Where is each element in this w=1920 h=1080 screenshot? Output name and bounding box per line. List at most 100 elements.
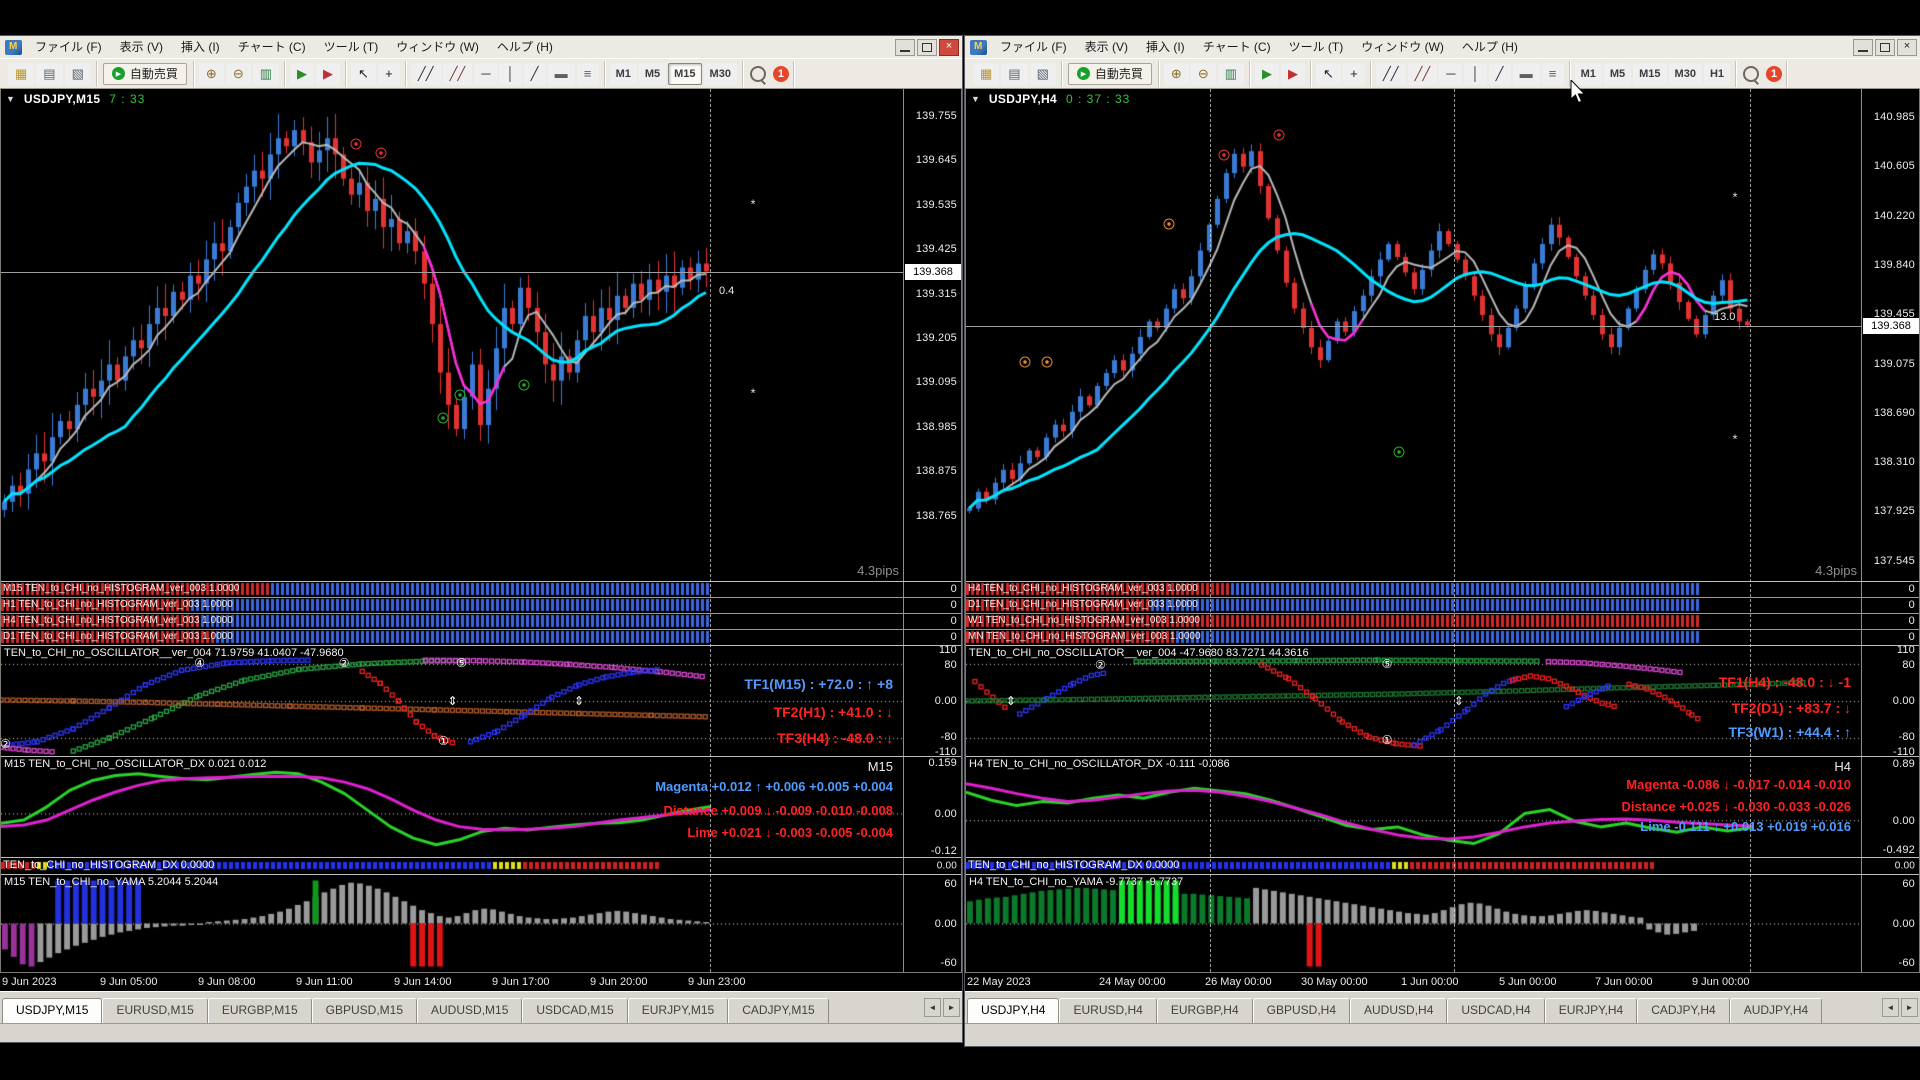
auto-scroll-icon[interactable]: ▶ <box>1255 63 1279 85</box>
new-chart-icon[interactable]: ▦ <box>8 63 34 85</box>
dx-axis[interactable]: 0.1590.00-0.12 <box>903 757 961 857</box>
vertical-line-icon[interactable]: │ <box>1464 63 1486 85</box>
histogram-row-axis[interactable]: 0 <box>903 614 961 629</box>
time-axis[interactable]: 22 May 202324 May 00:0026 May 00:0030 Ma… <box>965 973 1920 991</box>
trendline-e-icon[interactable]: ╱╱ <box>443 63 473 85</box>
minimize-button[interactable] <box>1853 39 1873 56</box>
trendline-e-icon[interactable]: ╱╱ <box>1408 63 1438 85</box>
yama-plot[interactable]: H4 TEN_to_CHI_no_YAMA -9.7737 -9.7737 <box>966 875 1861 972</box>
chart-tab-usdcad-m15[interactable]: USDCAD,M15 <box>522 998 627 1023</box>
profiles-icon[interactable]: ▤ <box>36 63 62 85</box>
chart-tab-usdcad-h4[interactable]: USDCAD,H4 <box>1447 998 1544 1023</box>
menu-item-0[interactable]: ファイル (F) <box>26 37 111 58</box>
chart-tab-gbpusd-m15[interactable]: GBPUSD,M15 <box>312 998 417 1023</box>
menu-item-3[interactable]: チャート (C) <box>1194 37 1280 58</box>
menu-item-5[interactable]: ウィンドウ (W) <box>1352 37 1453 58</box>
minimize-button[interactable] <box>895 39 915 56</box>
menu-item-2[interactable]: 挿入 (I) <box>172 37 229 58</box>
rectangle-icon[interactable]: ▬ <box>1513 63 1540 85</box>
timeframe-button-m5[interactable]: M5 <box>639 63 666 85</box>
dx-axis[interactable]: 0.890.00-0.492 <box>1861 757 1919 857</box>
auto-scroll-icon[interactable]: ▶ <box>290 63 314 85</box>
chart-tab-eurjpy-h4[interactable]: EURJPY,H4 <box>1545 998 1637 1023</box>
trendline-f-icon[interactable]: ╱╱ <box>1376 63 1406 85</box>
chart-tab-eurusd-h4[interactable]: EURUSD,H4 <box>1059 998 1156 1023</box>
price-axis[interactable]: 139.368 140.985140.605140.220139.840139.… <box>1861 89 1919 581</box>
histogram-row-axis[interactable]: 0 <box>903 598 961 613</box>
histogram-row-axis[interactable]: 0 <box>1861 582 1919 597</box>
menu-item-4[interactable]: ツール (T) <box>1280 37 1353 58</box>
restore-button[interactable] <box>1875 39 1895 56</box>
timeframe-button-m1[interactable]: M1 <box>610 63 637 85</box>
search-icon[interactable] <box>1743 66 1759 82</box>
profiles-icon[interactable]: ▤ <box>1001 63 1027 85</box>
oscillator-plot[interactable]: TEN_to_CHI_no_OSCILLATOR__ver_004 71.975… <box>1 646 903 756</box>
menu-item-6[interactable]: ヘルプ (H) <box>1453 37 1527 58</box>
chart-tab-eurgbp-m15[interactable]: EURGBP,M15 <box>208 998 312 1023</box>
horizontal-line-icon[interactable]: ─ <box>474 63 497 85</box>
timeframe-button-m30[interactable]: M30 <box>1669 63 1702 85</box>
histogram-row-axis[interactable]: 0 <box>1861 614 1919 629</box>
timeframe-button-m15[interactable]: M15 <box>1633 63 1666 85</box>
chart-shift-icon[interactable]: ▶ <box>1281 63 1305 85</box>
chart-tab-gbpusd-h4[interactable]: GBPUSD,H4 <box>1253 998 1350 1023</box>
tab-scroll-left-icon[interactable]: ◄ <box>1882 998 1899 1017</box>
fibonacci-icon[interactable]: ≡ <box>577 63 599 85</box>
menu-item-6[interactable]: ヘルプ (H) <box>488 37 562 58</box>
menu-item-1[interactable]: 表示 (V) <box>111 37 172 58</box>
histogram-dx-axis[interactable]: 0.00 <box>903 858 961 874</box>
zoom-in-icon[interactable]: ⊕ <box>1164 63 1189 85</box>
cursor-icon[interactable]: ↖ <box>1316 63 1341 85</box>
oscillator-axis[interactable]: 110800.00-80-110 <box>1861 646 1919 756</box>
oscillator-axis[interactable]: 110800.00-80-110 <box>903 646 961 756</box>
chart-tab-audusd-h4[interactable]: AUDUSD,H4 <box>1350 998 1447 1023</box>
menu-item-3[interactable]: チャート (C) <box>229 37 315 58</box>
yama-plot[interactable]: M15 TEN_to_CHI_no_YAMA 5.2044 5.2044 <box>1 875 903 972</box>
menu-item-2[interactable]: 挿入 (I) <box>1137 37 1194 58</box>
oscillator-plot[interactable]: TEN_to_CHI_no_OSCILLATOR__ver_004 -47.96… <box>966 646 1861 756</box>
histogram-dx-plot[interactable]: TEN_to_CHI_no_HISTOGRAM_DX 0.0000 <box>966 858 1861 874</box>
price-axis[interactable]: 139.368 139.755139.645139.535139.425139.… <box>903 89 961 581</box>
timeframe-button-h1[interactable]: H1 <box>1704 63 1730 85</box>
autotrade-button[interactable]: ▶自動売買 <box>103 63 187 85</box>
yama-axis[interactable]: 600.00-60 <box>903 875 961 972</box>
histogram-row-axis[interactable]: 0 <box>903 630 961 645</box>
new-chart-icon[interactable]: ▦ <box>973 63 999 85</box>
chart-tab-eurusd-m15[interactable]: EURUSD,M15 <box>102 998 207 1023</box>
horizontal-line-icon[interactable]: ─ <box>1439 63 1462 85</box>
tile-windows-icon[interactable]: ▥ <box>253 63 279 85</box>
chart-tab-usdjpy-h4[interactable]: USDJPY,H4 <box>967 998 1059 1023</box>
trendline-icon[interactable]: ╱ <box>1489 63 1511 85</box>
vertical-line-icon[interactable]: │ <box>499 63 521 85</box>
close-button[interactable]: × <box>939 39 959 56</box>
histogram-row-axis[interactable]: 0 <box>1861 630 1919 645</box>
trendline-f-icon[interactable]: ╱╱ <box>411 63 441 85</box>
chart-tab-eurgbp-h4[interactable]: EURGBP,H4 <box>1157 998 1253 1023</box>
tab-scroll-right-icon[interactable]: ► <box>943 998 960 1017</box>
chart-tab-audusd-m15[interactable]: AUDUSD,M15 <box>417 998 522 1023</box>
timeframe-button-m30[interactable]: M30 <box>704 63 737 85</box>
crosshair-icon[interactable]: + <box>378 63 400 85</box>
restore-button[interactable] <box>917 39 937 56</box>
yama-axis[interactable]: 600.00-60 <box>1861 875 1919 972</box>
timeframe-button-m5[interactable]: M5 <box>1604 63 1631 85</box>
trendline-icon[interactable]: ╱ <box>524 63 546 85</box>
cursor-icon[interactable]: ↖ <box>351 63 376 85</box>
zoom-out-icon[interactable]: ⊖ <box>1191 63 1216 85</box>
search-icon[interactable] <box>750 66 766 82</box>
time-axis[interactable]: 9 Jun 20239 Jun 05:009 Jun 08:009 Jun 11… <box>0 973 962 991</box>
menu-item-4[interactable]: ツール (T) <box>315 37 388 58</box>
fibonacci-icon[interactable]: ≡ <box>1542 63 1564 85</box>
chart-tab-audjpy-h4[interactable]: AUDJPY,H4 <box>1730 998 1822 1023</box>
menu-item-0[interactable]: ファイル (F) <box>991 37 1076 58</box>
chart-tab-cadjpy-h4[interactable]: CADJPY,H4 <box>1637 998 1729 1023</box>
tab-scroll-left-icon[interactable]: ◄ <box>924 998 941 1017</box>
tab-scroll-right-icon[interactable]: ► <box>1901 998 1918 1017</box>
histogram-dx-plot[interactable]: TEN_to_CHI_no_HISTOGRAM_DX 0.0000 <box>1 858 903 874</box>
main-chart-plot[interactable]: ▼ USDJPY,M15 7 : 33 4.3pips **0.4 <box>1 89 903 581</box>
dx-plot[interactable]: M15 TEN_to_CHI_no_OSCILLATOR_DX 0.021 0.… <box>1 757 903 857</box>
templates-icon[interactable]: ▧ <box>65 63 91 85</box>
notification-badge[interactable]: 1 <box>1766 66 1782 82</box>
notification-badge[interactable]: 1 <box>773 66 789 82</box>
menu-item-5[interactable]: ウィンドウ (W) <box>387 37 488 58</box>
